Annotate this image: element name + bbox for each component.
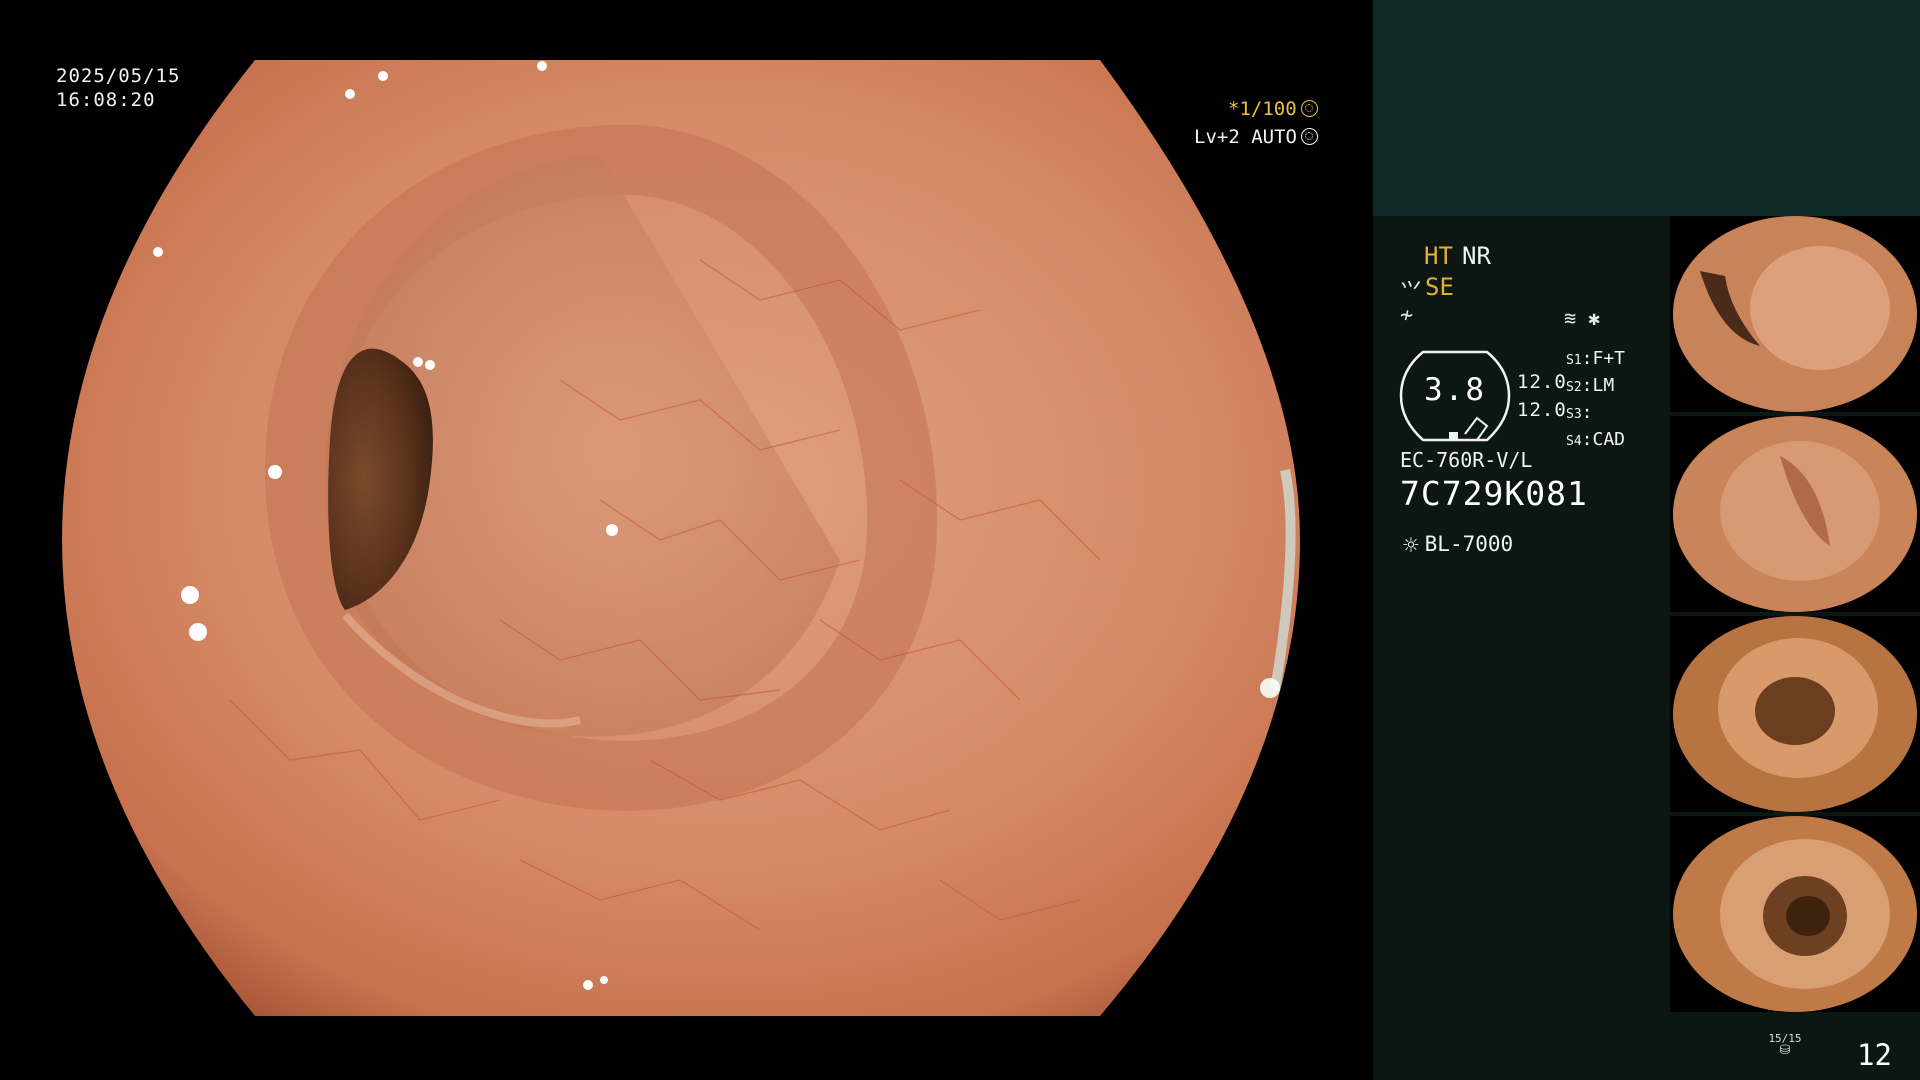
date-text: 2025/05/15 xyxy=(56,65,181,87)
se-mode-indicator: SE xyxy=(1425,273,1454,301)
switch-setting-row: S4:CAD xyxy=(1566,429,1626,450)
captured-thumbnail[interactable] xyxy=(1670,416,1920,612)
iris-text: Lv+2 AUTO xyxy=(1194,126,1297,148)
switch-setting-row: S2:LM xyxy=(1566,375,1615,396)
light-source: ☼ BL-7000 xyxy=(1403,531,1513,561)
patient-info-area xyxy=(1373,0,1920,216)
scope-model: EC-760R-V/L xyxy=(1400,448,1533,472)
storage-icon: ⛁ xyxy=(1779,1043,1791,1058)
gauge-reading-1: 12.0 xyxy=(1517,371,1567,393)
ht-mode-indicator: HT xyxy=(1424,242,1453,270)
captured-thumbnail[interactable] xyxy=(1670,616,1920,812)
switch-setting-row: S1:F+T xyxy=(1566,348,1626,369)
shutter-speed-indicator: *1/100 xyxy=(1228,98,1318,120)
endoscopic-image xyxy=(62,60,1300,1016)
gauge-value: 3.8 xyxy=(1424,372,1486,408)
scope-switch-settings: S1:F+T S2:LM S3: S4:CAD xyxy=(1566,346,1625,454)
asterisk-icon: ✱ xyxy=(1588,306,1601,330)
structure-enhance-icon: ⺍ xyxy=(1400,280,1423,305)
record-counter: 15/15 ⛁ xyxy=(1763,1032,1807,1057)
light-source-icon: ☼ xyxy=(1403,531,1419,561)
shutter-icon xyxy=(1300,100,1318,117)
iris-icon xyxy=(1300,128,1318,145)
gauge-marker xyxy=(1449,432,1458,439)
image-mode-icon: ≋ xyxy=(1564,306,1577,330)
date-time-stamp: 2025/05/15 16:08:20 xyxy=(56,64,180,112)
captured-thumbnails xyxy=(1670,216,1920,1016)
shutter-speed-text: *1/100 xyxy=(1228,98,1297,120)
gauge-readings: 12.0 12.0 xyxy=(1517,368,1567,424)
image-count: 12 xyxy=(1857,1038,1892,1072)
light-source-label: BL-7000 xyxy=(1424,532,1514,556)
scope-serial-number: 7C729K081 xyxy=(1400,474,1588,513)
time-text: 16:08:20 xyxy=(56,89,156,111)
aux-icon-group: ≋ ✱ xyxy=(1564,306,1612,330)
info-panel: HT NR ⺍ SE ≁ ≋ ✱ 3.8 12.0 12.0 S1:F+T S2:… xyxy=(1373,0,1920,1080)
endoscope-view: 2025/05/15 16:08:20 *1/100 Lv+2 AUTO xyxy=(0,0,1373,1080)
frequency-icon: ≁ xyxy=(1400,303,1414,328)
switch-setting-row: S3: xyxy=(1566,402,1593,423)
captured-thumbnail[interactable] xyxy=(1670,216,1920,412)
gauge-reading-2: 12.0 xyxy=(1517,399,1567,421)
nr-mode-indicator: NR xyxy=(1462,242,1491,270)
iris-indicator: Lv+2 AUTO xyxy=(1194,126,1318,148)
captured-thumbnail[interactable] xyxy=(1670,816,1920,1012)
